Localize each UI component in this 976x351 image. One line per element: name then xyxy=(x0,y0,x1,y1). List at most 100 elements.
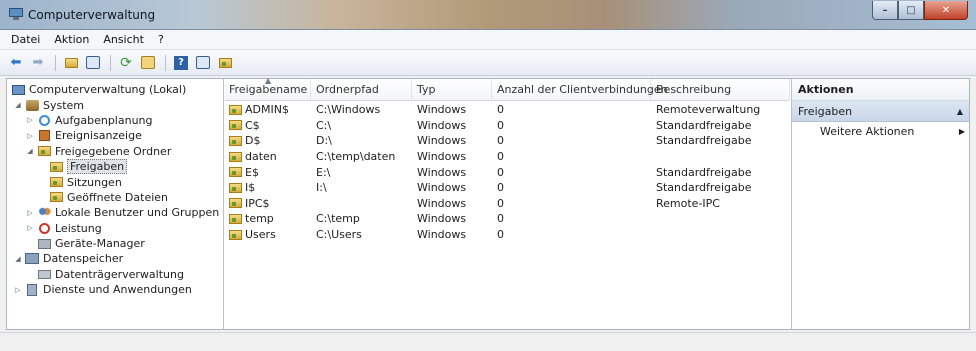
tree-item-geoeffnete-dateien[interactable]: Geöffnete Dateien xyxy=(7,190,223,205)
up-button[interactable] xyxy=(61,54,81,72)
tree-item-label: Ereignisanzeige xyxy=(55,129,142,143)
table-row[interactable]: Users C:\Users Windows 0 xyxy=(225,227,790,243)
collapse-arrow-icon[interactable]: ◢ xyxy=(13,101,23,109)
menu-datei[interactable]: Datei xyxy=(4,33,47,46)
tree-item-datenspeicher[interactable]: ◢ Datenspeicher xyxy=(7,251,223,266)
shared-folder-icon xyxy=(37,145,51,157)
show-hide-action-pane-button[interactable] xyxy=(193,54,213,72)
more-actions-item[interactable]: Weitere Aktionen ▶ xyxy=(792,122,969,141)
column-header-anzahl-clientverbindungen[interactable]: Anzahl der Clientverbindungen xyxy=(492,78,668,101)
tree-item-geraete-manager[interactable]: Geräte-Manager xyxy=(7,236,223,251)
share-name-text: I$ xyxy=(245,181,256,195)
tree-item-ereignisanzeige[interactable]: ▷ Ereignisanzeige xyxy=(7,128,223,143)
table-row[interactable]: temp C:\temp Windows 0 xyxy=(225,211,790,227)
tree-item-leistung[interactable]: ▷ Leistung xyxy=(7,221,223,236)
toolbar: ⬅ ➡ ⟳ ? xyxy=(0,50,976,76)
client-connections-cell: 0 xyxy=(497,103,504,117)
tree-item-dienste-und-anwendungen[interactable]: ▷ Dienste und Anwendungen xyxy=(7,282,223,297)
tree-item-aufgabenplanung[interactable]: ▷ Aufgabenplanung xyxy=(7,113,223,128)
table-row[interactable]: IPC$ Windows 0 Remote-IPC xyxy=(225,196,790,212)
help-button[interactable]: ? xyxy=(171,54,191,72)
computer-management-icon xyxy=(11,84,25,96)
tree-item-freigaben[interactable]: Freigaben xyxy=(7,159,223,175)
column-header-ordnerpfad[interactable]: Ordnerpfad xyxy=(311,78,412,101)
close-button[interactable]: ✕ xyxy=(924,1,968,20)
tree-item-system[interactable]: ◢ System xyxy=(7,97,223,112)
client-connections-cell: 0 xyxy=(497,181,504,195)
menu-aktion[interactable]: Aktion xyxy=(47,33,96,46)
device-manager-icon xyxy=(37,238,51,250)
table-row[interactable]: E$ E:\ Windows 0 Standardfreigabe xyxy=(225,164,790,180)
expand-arrow-icon[interactable]: ▷ xyxy=(13,286,23,294)
title-bar[interactable]: Computerverwaltung – □ ✕ xyxy=(0,0,976,30)
forward-button[interactable]: ➡ xyxy=(28,54,48,72)
share-icon xyxy=(229,198,242,209)
tree-item-label: Sitzungen xyxy=(67,175,122,189)
tree-item-datentraegerverwaltung[interactable]: Datenträgerverwaltung xyxy=(7,267,223,282)
share-name-text: daten xyxy=(245,150,277,164)
folder-path-cell: C:\ xyxy=(316,118,332,132)
status-bar xyxy=(0,332,976,351)
tree-item-label: Datenträgerverwaltung xyxy=(55,267,184,281)
tree-item-lokale-benutzer[interactable]: ▷ Lokale Benutzer und Gruppen xyxy=(7,205,223,220)
tree-item-computer-management[interactable]: Computerverwaltung (Lokal) xyxy=(7,82,223,97)
services-icon xyxy=(25,283,39,296)
share-name-cell: I$ xyxy=(225,181,311,194)
share-description-cell: Standardfreigabe xyxy=(656,134,752,148)
share-type-cell: Windows xyxy=(417,228,467,242)
toolbar-separator xyxy=(55,54,56,71)
tree-item-sitzungen[interactable]: Sitzungen xyxy=(7,174,223,189)
column-header-freigabename[interactable]: ▲ Freigabename xyxy=(225,76,311,101)
expand-arrow-icon[interactable]: ▷ xyxy=(25,224,35,232)
show-hide-tree-button[interactable] xyxy=(83,54,103,72)
folder-path-cell: I:\ xyxy=(316,181,327,195)
client-connections-cell: 0 xyxy=(497,196,504,210)
tree-item-freigegebene-ordner[interactable]: ◢ Freigegebene Ordner xyxy=(7,144,223,159)
menu-ansicht[interactable]: Ansicht xyxy=(96,33,151,46)
storage-icon xyxy=(25,253,39,265)
column-header-typ[interactable]: Typ xyxy=(412,78,492,101)
share-type-cell: Windows xyxy=(417,150,467,164)
share-name-cell: D$ xyxy=(225,134,311,147)
share-type-cell: Windows xyxy=(417,181,467,195)
minimize-button[interactable]: – xyxy=(872,1,898,20)
main-content: Computerverwaltung (Lokal) ◢ System ▷ Au… xyxy=(6,76,970,330)
back-button[interactable]: ⬅ xyxy=(6,54,26,72)
collapse-arrow-icon[interactable]: ◢ xyxy=(25,147,35,155)
menu-help[interactable]: ? xyxy=(151,33,171,46)
collapse-up-icon: ▲ xyxy=(956,107,963,116)
table-row[interactable]: ADMIN$ C:\Windows Windows 0 Remoteverwaltung xyxy=(225,102,790,118)
share-icon xyxy=(229,229,242,240)
users-icon xyxy=(37,207,51,219)
table-row[interactable]: D$ D:\ Windows 0 Standardfreigabe xyxy=(225,133,790,149)
share-name-text: temp xyxy=(245,212,274,226)
table-row[interactable]: C$ C:\ Windows 0 Standardfreigabe xyxy=(225,118,790,134)
column-header-beschreibung[interactable]: Beschreibung xyxy=(651,78,790,101)
up-folder-icon xyxy=(64,57,78,68)
refresh-button[interactable]: ⟳ xyxy=(116,54,136,72)
tree-item-label: System xyxy=(43,98,85,112)
toolbar-separator xyxy=(110,54,111,71)
actions-section-freigaben[interactable]: Freigaben ▲ xyxy=(792,101,969,122)
share-type-cell: Windows xyxy=(417,196,467,210)
share-icon xyxy=(49,191,63,203)
client-connections-cell: 0 xyxy=(497,118,504,132)
list-body: ADMIN$ C:\Windows Windows 0 Remoteverwaltung… xyxy=(225,101,790,242)
expand-arrow-icon[interactable]: ▷ xyxy=(25,209,35,217)
folder-path-cell: C:\temp\daten xyxy=(316,150,396,164)
share-icon xyxy=(229,120,242,131)
expand-arrow-icon[interactable]: ▷ xyxy=(25,116,35,124)
new-share-button[interactable] xyxy=(215,54,235,72)
more-actions-label: Weitere Aktionen xyxy=(820,125,915,138)
collapse-arrow-icon[interactable]: ◢ xyxy=(13,255,23,263)
menu-bar: Datei Aktion Ansicht ? xyxy=(0,30,976,50)
tree-item-label: Datenspeicher xyxy=(43,252,124,266)
maximize-button[interactable]: □ xyxy=(898,1,924,20)
show-hide-tree-icon xyxy=(86,56,100,69)
tree-item-label: Geöffnete Dateien xyxy=(67,190,169,204)
export-list-button[interactable] xyxy=(138,54,158,72)
table-row[interactable]: daten C:\temp\daten Windows 0 xyxy=(225,149,790,165)
table-row[interactable]: I$ I:\ Windows 0 Standardfreigabe xyxy=(225,180,790,196)
expand-arrow-icon[interactable]: ▷ xyxy=(25,132,35,140)
share-type-cell: Windows xyxy=(417,134,467,148)
